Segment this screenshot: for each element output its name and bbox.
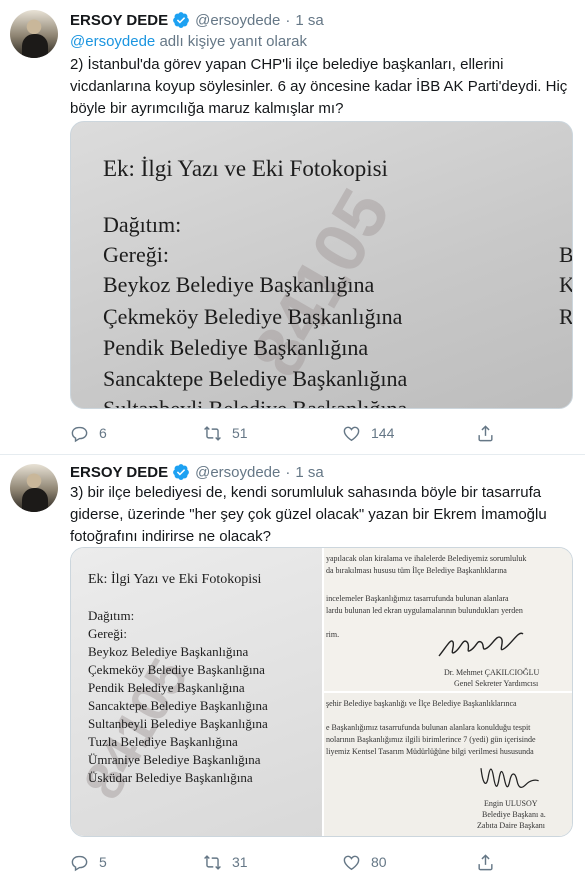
tweet-actions: 5 31 80 — [70, 851, 500, 873]
document-line: Gereği: — [88, 626, 127, 641]
heart-icon — [343, 855, 360, 870]
document-line: Çekmeköy Belediye Başkanlığına — [88, 662, 265, 677]
separator-dot: · — [285, 11, 291, 29]
share-icon — [478, 853, 493, 870]
reply-context: @ersoydede adlı kişiye yanıt olarak — [70, 33, 307, 50]
signature-icon — [438, 632, 524, 657]
document-line: rim. — [326, 630, 340, 639]
document-line: şehir Belediye başkanlığı ve İlçe Beledi… — [326, 699, 517, 708]
reply-icon — [71, 855, 88, 871]
document-line: Sultanbeyli Belediye Başkanlığına — [103, 396, 408, 409]
tweet-actions: 6 51 144 — [70, 422, 500, 444]
retweet-icon — [204, 425, 221, 441]
like-count: 80 — [371, 854, 387, 870]
verified-badge-icon — [173, 12, 189, 28]
document-line: Çekmeköy Belediye Başkanlığına — [103, 304, 403, 329]
tweet-header: ERSOY DEDE @ersoydede · 1 sa — [70, 10, 324, 30]
author-name[interactable]: ERSOY DEDE — [70, 12, 168, 29]
document-line: Sancaktepe Belediye Başkanlığına — [88, 698, 268, 713]
reply-button[interactable]: 5 — [70, 853, 107, 872]
retweet-button[interactable]: 51 — [203, 424, 248, 443]
share-icon — [478, 424, 493, 441]
document-line: e Başkanlığımız tasarrufunda bulunan ala… — [326, 723, 531, 732]
signature-title: Genel Sekreter Yardımcısı — [454, 679, 539, 688]
document-line: Beykoz Belediye Başkanlığına — [88, 644, 249, 659]
document-line: Beykoz Belediye Başkanlığına — [103, 272, 375, 297]
signature-name: Dr. Mehmet ÇAKILCIOĞLU — [444, 668, 540, 677]
document-line: da bırakılması hususu tüm İlçe Belediye … — [326, 566, 507, 575]
document-edge-text: K — [559, 272, 572, 298]
signature-icon — [480, 768, 539, 788]
document-line: Tuzla Belediye Başkanlığına — [88, 734, 238, 749]
reply-button[interactable]: 6 — [70, 424, 107, 443]
signature-title: Belediye Başkanı a. — [482, 810, 546, 819]
reply-icon — [71, 426, 88, 442]
document-line: lardu bulunan led ekran uygulamalarının … — [326, 606, 523, 615]
reply-count: 5 — [99, 854, 107, 870]
reply-mention-link[interactable]: @ersoydede — [70, 33, 155, 50]
separator-dot: · — [285, 463, 291, 481]
tweet-media-gallery: 84105 Ek: İlgi Yazı ve Eki Fotokopisi Da… — [70, 547, 573, 837]
document-line: Sultanbeyli Belediye Başkanlığına — [88, 716, 268, 731]
document-line: Dağıtım: — [88, 608, 135, 623]
tweet[interactable]: ERSOY DEDE @ersoydede · 1 sa @ersoydede … — [0, 0, 585, 455]
tweet-text: 3) bir ilçe belediyesi de, kendi sorumlu… — [70, 484, 547, 545]
tweet-media-image[interactable]: 84105 Ek: İlgi Yazı ve Eki Fotokopisi Da… — [70, 121, 573, 409]
avatar[interactable] — [10, 464, 58, 512]
author-handle[interactable]: @ersoydede — [195, 464, 280, 481]
retweet-icon — [204, 854, 221, 870]
share-button[interactable] — [476, 424, 495, 443]
verified-badge-icon — [173, 464, 189, 480]
share-button[interactable] — [476, 853, 495, 872]
retweet-count: 31 — [232, 854, 248, 870]
document-line: yapılacak olan kiralama ve ihalelerde Be… — [326, 554, 527, 563]
tweet-media-image[interactable]: yapılacak olan kiralama ve ihalelerde Be… — [324, 548, 572, 691]
document-title: Ek: İlgi Yazı ve Eki Fotokopisi — [103, 156, 388, 181]
document-line: Gereği: — [103, 242, 169, 267]
tweet-text: 2) İstanbul'da görev yapan CHP'li ilçe b… — [70, 56, 568, 117]
document-title: Ek: İlgi Yazı ve Eki Fotokopisi — [88, 572, 262, 587]
document-line: Ümraniye Belediye Başkanlığına — [88, 752, 261, 767]
document-line: Dağıtım: — [103, 212, 182, 237]
like-button[interactable]: 144 — [342, 424, 394, 443]
reply-context-text: adlı kişiye yanıt olarak — [155, 33, 308, 50]
document-edge-text: Bi — [559, 242, 573, 267]
retweet-button[interactable]: 31 — [203, 853, 248, 872]
author-name[interactable]: ERSOY DEDE — [70, 464, 168, 481]
tweet[interactable]: ERSOY DEDE @ersoydede · 1 sa 3) bir ilçe… — [0, 455, 585, 876]
like-count: 144 — [371, 425, 395, 441]
like-button[interactable]: 80 — [342, 853, 387, 872]
tweet-media-stack: yapılacak olan kiralama ve ihalelerde Be… — [324, 548, 572, 836]
signature-title: Zabıta Daire Başkanı — [477, 821, 545, 830]
tweet-header: ERSOY DEDE @ersoydede · 1 sa — [70, 462, 324, 482]
signature-name: Engin ULUSOY — [484, 799, 538, 808]
reply-count: 6 — [99, 425, 107, 441]
retweet-count: 51 — [232, 425, 248, 441]
document-line: liyemiz Kentsel Tasarım Müdürlüğüne bilg… — [326, 747, 534, 756]
tweet-media-image[interactable]: 84105 Ek: İlgi Yazı ve Eki Fotokopisi Da… — [71, 548, 322, 836]
heart-icon — [343, 426, 360, 441]
author-handle[interactable]: @ersoydede — [195, 12, 280, 29]
document-line: Sancaktepe Belediye Başkanlığına — [103, 366, 408, 391]
document-line: nolarının Başkanlığımız ilgili birimleri… — [326, 735, 536, 744]
document-line: incelemeler Başkanlığımız tasarrufunda b… — [326, 594, 509, 603]
document-line: Üsküdar Belediye Başkanlığına — [88, 770, 253, 785]
timestamp[interactable]: 1 sa — [295, 12, 323, 29]
avatar[interactable] — [10, 10, 58, 58]
timestamp[interactable]: 1 sa — [295, 464, 323, 481]
tweet-media-image[interactable]: şehir Belediye başkanlığı ve İlçe Beledi… — [324, 693, 572, 836]
document-edge-text: R — [559, 304, 573, 329]
document-line: Pendik Belediye Başkanlığına — [103, 335, 369, 360]
document-line: Pendik Belediye Başkanlığına — [88, 680, 245, 695]
